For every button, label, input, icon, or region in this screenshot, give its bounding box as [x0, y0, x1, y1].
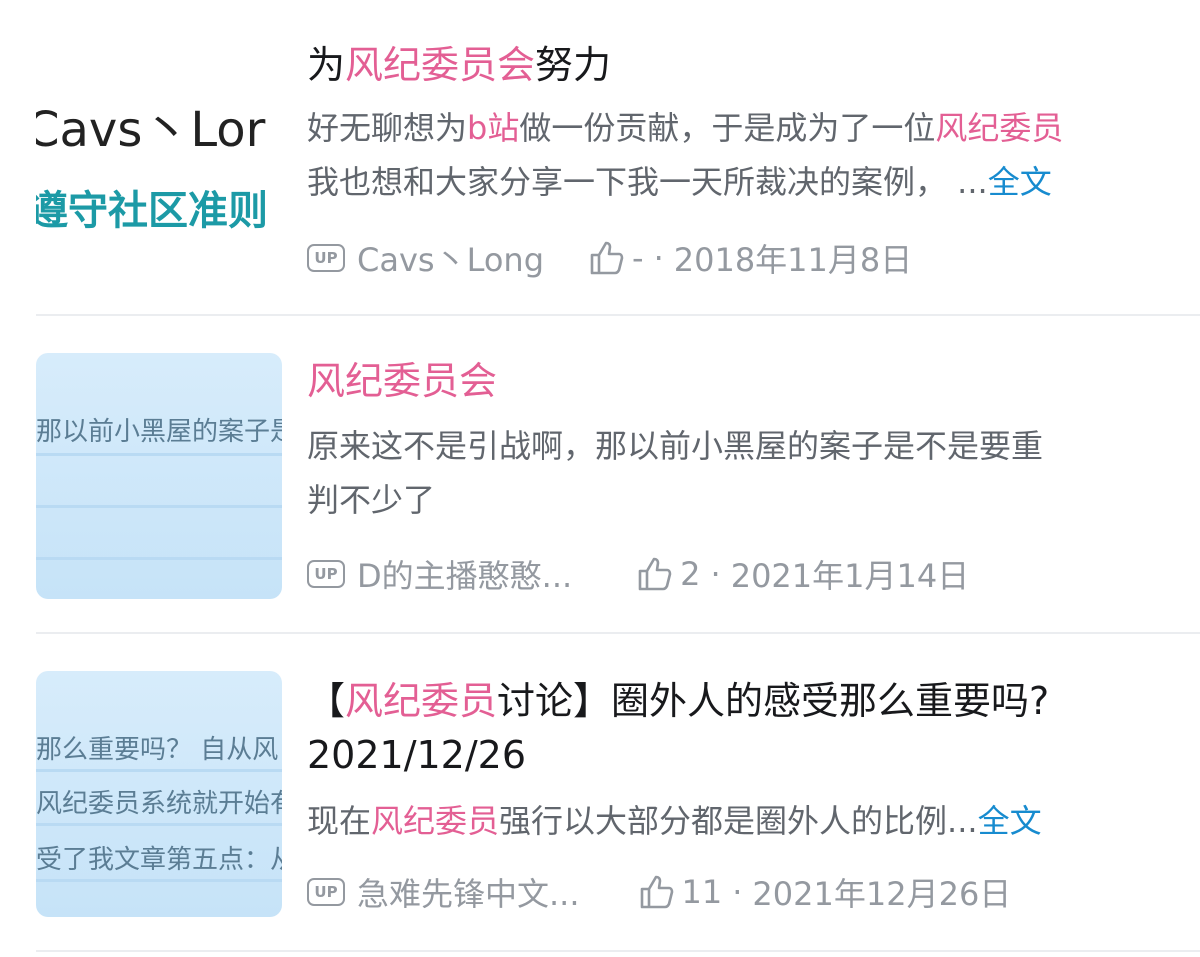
author-name[interactable]: 急难先锋中文... — [357, 869, 580, 915]
read-more-link[interactable]: 全文 — [988, 163, 1052, 201]
like-count: 2 — [680, 555, 701, 593]
separator-dot: · — [732, 873, 743, 911]
article-title[interactable]: 风纪委员会 — [307, 354, 1167, 408]
up-badge-icon: UP — [307, 878, 345, 906]
thumbs-up-icon[interactable] — [634, 554, 674, 594]
article-summary: 现在风纪委员强行以大部分都是圈外人的比例...全文 — [307, 802, 1042, 840]
article-item[interactable]: Cavs丶Lor 遵守社区准则 为风纪委员会努力 好无聊想为b站做一份贡献，于是… — [0, 0, 1200, 316]
thumb-line — [36, 769, 282, 772]
publish-date: 2021年1月14日 — [730, 557, 970, 595]
author-name[interactable]: Cavs丶Long — [357, 235, 544, 281]
separator-dot: · — [653, 239, 664, 277]
thumb-text: 那么重要吗？ 自从风 — [36, 735, 279, 765]
thumb-line — [36, 879, 282, 882]
thumb-text: Cavs丶Lor — [36, 102, 266, 158]
read-more-link[interactable]: 全文 — [978, 802, 1042, 840]
article-title[interactable]: 【风纪委员讨论】圈外人的感受那么重要吗? 2021/12/26 — [307, 674, 1167, 782]
highlight: 风纪委员会 — [345, 43, 536, 87]
thumb-line — [36, 823, 282, 826]
up-badge-icon: UP — [307, 560, 345, 588]
separator-dot: · — [710, 555, 721, 593]
article-thumbnail[interactable]: Cavs丶Lor 遵守社区准则 — [36, 30, 282, 276]
article-meta: UP 急难先锋中文... 11 · 2021年12月26日 — [307, 870, 1011, 914]
article-thumbnail[interactable]: 那么重要吗？ 自从风 风纪委员系统就开始有 受了我文章第五点：从 — [36, 671, 282, 917]
like-count: - — [632, 239, 644, 277]
divider — [36, 950, 1200, 952]
thumb-line — [36, 505, 282, 508]
article-summary: 原来这不是引战啊，那以前小黑屋的案子是不是要重 判不少了 — [307, 427, 1044, 519]
like-count: 11 — [681, 873, 723, 911]
article-summary: 好无聊想为b站做一份贡献，于是成为了一位风纪委员 我也想和大家分享一下我一天所裁… — [307, 109, 1064, 201]
thumb-text: 遵守社区准则 — [36, 188, 268, 234]
publish-date: 2018年11月8日 — [673, 241, 913, 279]
thumb-text: 风纪委员系统就开始有 — [36, 789, 282, 819]
thumbs-up-icon[interactable] — [636, 872, 676, 912]
thumb-text: 那以前小黑屋的案子是 — [36, 417, 282, 447]
article-title[interactable]: 为风纪委员会努力 — [307, 38, 1167, 92]
highlight: 风纪委员 — [935, 109, 1064, 147]
highlight: 风纪委员 — [345, 679, 498, 723]
highlight: b站 — [467, 109, 520, 147]
article-thumbnail[interactable]: 那以前小黑屋的案子是 — [36, 353, 282, 599]
publish-date: 2021年12月26日 — [752, 875, 1012, 913]
thumb-line — [36, 453, 282, 456]
article-meta: UP D的主播憨憨... 2 · 2021年1月14日 — [307, 552, 969, 596]
thumb-text: 受了我文章第五点：从 — [36, 845, 282, 875]
thumbs-up-icon[interactable] — [586, 238, 626, 278]
author-name[interactable]: D的主播憨憨... — [357, 551, 572, 597]
article-item[interactable]: 那以前小黑屋的案子是 风纪委员会 原来这不是引战啊，那以前小黑屋的案子是不是要重… — [0, 316, 1200, 634]
thumb-line — [36, 557, 282, 560]
up-badge-icon: UP — [307, 244, 345, 272]
highlight: 风纪委员 — [371, 802, 500, 840]
article-meta: UP Cavs丶Long - · 2018年11月8日 — [307, 236, 912, 280]
highlight: 风纪委员会 — [307, 359, 498, 403]
article-item[interactable]: 那么重要吗？ 自从风 风纪委员系统就开始有 受了我文章第五点：从 【风纪委员讨论… — [0, 634, 1200, 957]
